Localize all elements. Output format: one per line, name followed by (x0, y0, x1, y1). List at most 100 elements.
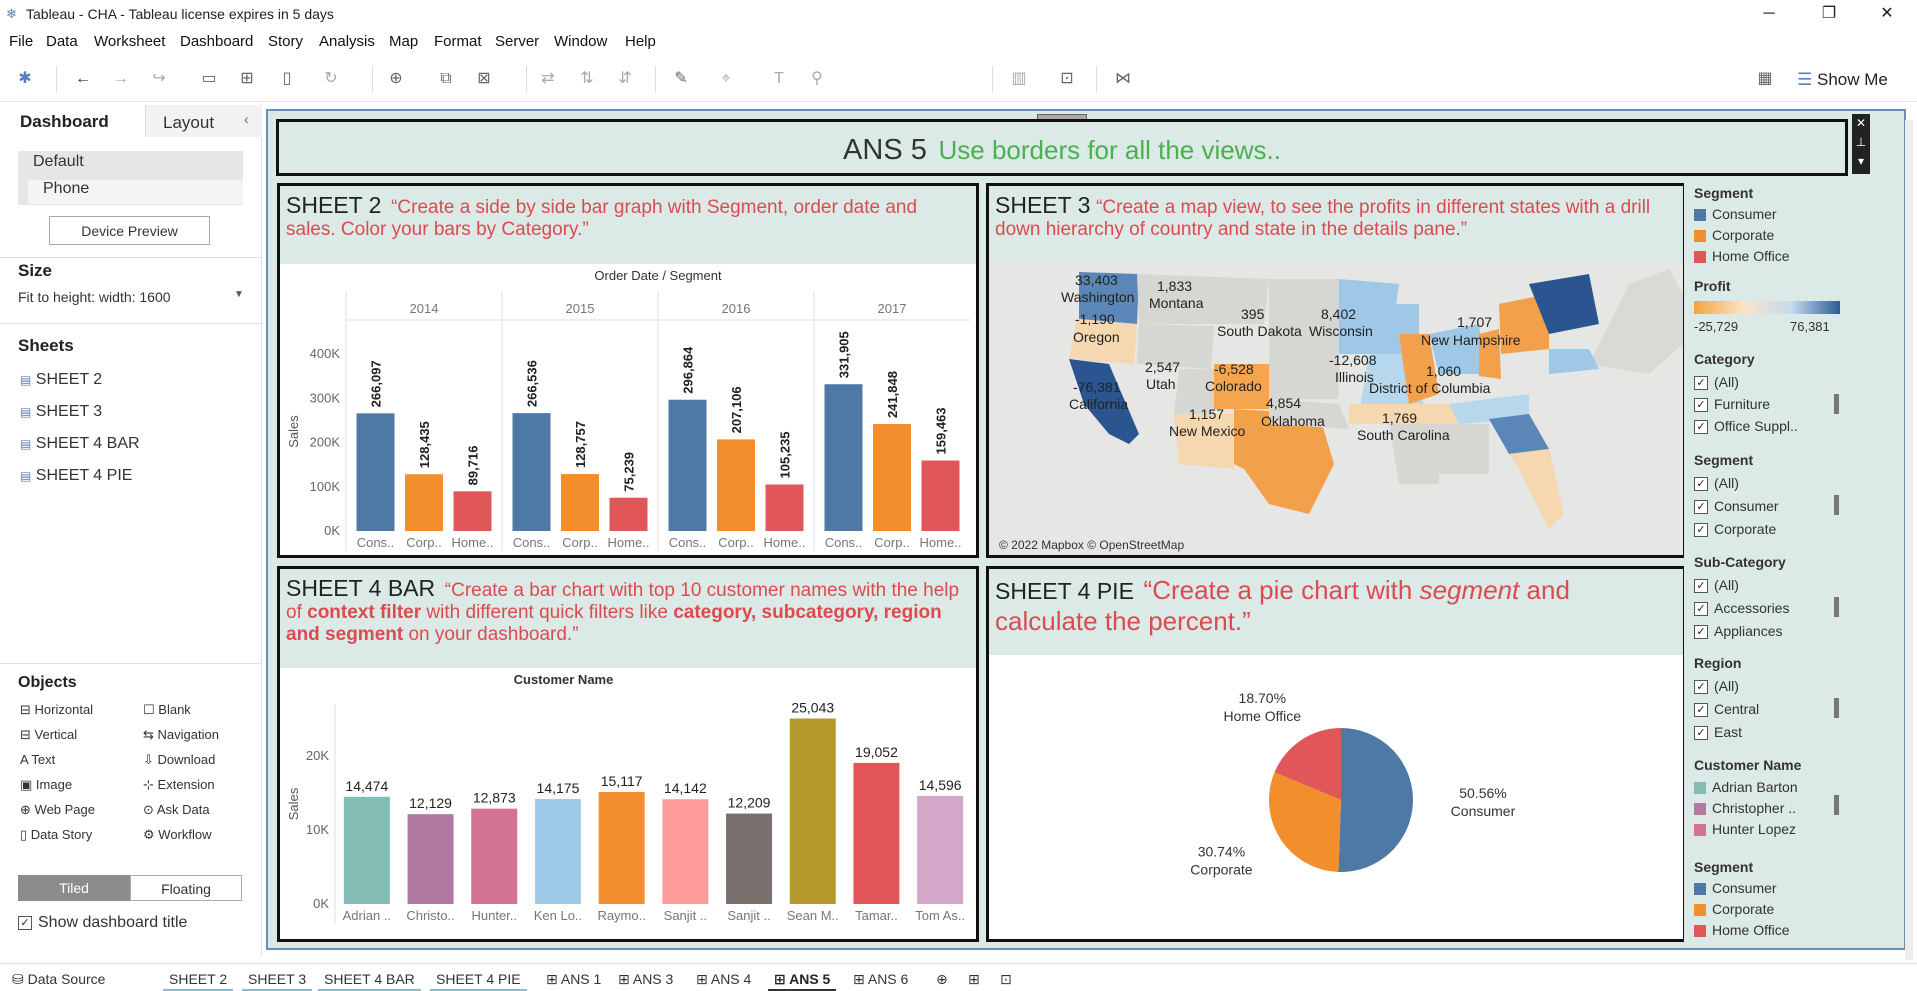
save-icon[interactable]: ▭ (198, 68, 220, 90)
object-download[interactable]: ⇩ Download (143, 752, 215, 768)
menu-analysis[interactable]: Analysis (319, 33, 375, 50)
legend-customer-2[interactable]: Christopher .. (1694, 800, 1796, 816)
floating-button[interactable]: Floating (130, 875, 242, 901)
legend-customer-3[interactable]: Hunter Lopez (1694, 821, 1796, 837)
sheet-item-sheet2[interactable]: ▤ SHEET 2 (20, 371, 102, 389)
legend-home-office[interactable]: Home Office (1694, 248, 1790, 264)
legend-home-office-2[interactable]: Home Office (1694, 922, 1790, 938)
us-profit-map[interactable]: © 2022 Mapbox © OpenStreetMap 33,403 Was… (989, 264, 1683, 555)
object-navigation[interactable]: ⇆ Navigation (143, 727, 219, 743)
tab-ans5[interactable]: ⊞ ANS 5 (768, 967, 837, 991)
sheet-item-sheet3[interactable]: ▤ SHEET 3 (20, 403, 102, 421)
device-default[interactable]: Default (33, 153, 84, 171)
refresh-icon[interactable]: ↻ (320, 68, 342, 90)
vertical-scrollbar[interactable] (1905, 120, 1913, 960)
scrollbar[interactable] (1834, 495, 1839, 515)
object-vertical[interactable]: ⊟ Vertical (20, 727, 77, 743)
tab-sheet4bar[interactable]: SHEET 4 BAR (318, 967, 421, 991)
sort-descending-icon[interactable]: ⇵ (614, 68, 636, 90)
redo-icon[interactable]: → (110, 68, 132, 90)
region-filter-central[interactable]: ✓ Central (1694, 701, 1759, 718)
menu-file[interactable]: File (9, 33, 33, 50)
object-web-page[interactable]: ⊕ Web Page (20, 802, 95, 818)
sheet3-panel[interactable]: SHEET 3 “Create a map view, to see the p… (986, 183, 1686, 558)
region-filter-east[interactable]: ✓ East (1694, 724, 1742, 741)
tab-dashboard[interactable]: Dashboard (0, 103, 145, 137)
category-filter-furniture[interactable]: ✓ Furniture (1694, 396, 1770, 413)
fix-axes-icon[interactable]: ⚲ (806, 68, 828, 90)
new-dashboard-tab-icon[interactable]: ⊞ (962, 967, 986, 991)
menu-story[interactable]: Story (268, 33, 303, 50)
object-image[interactable]: ▣ Image (20, 777, 72, 793)
object-extension[interactable]: ⊹ Extension (143, 777, 215, 793)
highlight-icon[interactable]: ✎ (670, 68, 692, 90)
sheet-item-sheet4bar[interactable]: ▤ SHEET 4 BAR (20, 435, 140, 453)
swap-icon[interactable]: ⇄ (537, 68, 559, 90)
tab-sheet3[interactable]: SHEET 3 (242, 967, 313, 991)
duplicate-sheet-icon[interactable]: ⧉ (435, 68, 457, 90)
sheet2-panel[interactable]: SHEET 2 “Create a side by side bar graph… (277, 183, 979, 558)
share-icon[interactable]: ⋈ (1112, 68, 1134, 90)
scrollbar[interactable] (1834, 597, 1839, 617)
tiled-button[interactable]: Tiled (18, 875, 130, 901)
menu-window[interactable]: Window (554, 33, 607, 50)
show-me-button[interactable]: ☰ Show Me (1797, 70, 1888, 90)
size-dropdown[interactable]: Fit to height: width: 1600 (18, 289, 171, 305)
chevron-down-icon[interactable]: ▼ (234, 289, 244, 300)
tab-sheet4pie[interactable]: SHEET 4 PIE (430, 967, 527, 991)
tab-sheet2[interactable]: SHEET 2 (163, 967, 234, 991)
tab-ans3[interactable]: ⊞ ANS 3 (612, 967, 679, 991)
sort-ascending-icon[interactable]: ⇅ (576, 68, 598, 90)
maximize-button[interactable]: ❐ (1806, 0, 1852, 28)
segment-filter-all[interactable]: ✓ (All) (1694, 475, 1739, 492)
category-filter-office[interactable]: ✓ Office Suppl.. (1694, 418, 1798, 435)
pin-icon[interactable]: ⊥ (1852, 133, 1870, 152)
close-window-button[interactable]: ✕ (1864, 0, 1910, 28)
legend-corporate[interactable]: Corporate (1694, 227, 1774, 243)
menu-map[interactable]: Map (389, 33, 418, 50)
object-text[interactable]: A Text (20, 752, 55, 767)
menu-format[interactable]: Format (434, 33, 482, 50)
scrollbar[interactable] (1834, 394, 1839, 414)
tableau-home-icon[interactable]: ✱ (14, 68, 36, 90)
sheet-item-sheet4pie[interactable]: ▤ SHEET 4 PIE (20, 467, 132, 485)
new-worksheet-tab-icon[interactable]: ⊕ (930, 967, 954, 991)
tab-ans4[interactable]: ⊞ ANS 4 (690, 967, 757, 991)
legend-corporate-2[interactable]: Corporate (1694, 901, 1774, 917)
pause-updates-icon[interactable]: ▯ (276, 68, 298, 90)
remove-icon[interactable]: ✕ (1852, 114, 1870, 133)
show-cards-icon[interactable]: ▥ (1008, 68, 1030, 90)
legend-customer-1[interactable]: Adrian Barton (1694, 779, 1798, 795)
legend-consumer[interactable]: Consumer (1694, 206, 1777, 222)
segment-filter-consumer[interactable]: ✓ Consumer (1694, 498, 1779, 515)
presentation-mode-icon[interactable]: ⊡ (1056, 68, 1078, 90)
segment-filter-corporate[interactable]: ✓ Corporate (1694, 521, 1776, 538)
menu-help[interactable]: Help (625, 33, 656, 50)
labels-icon[interactable]: T (768, 68, 790, 90)
object-data-story[interactable]: ▯ Data Story (20, 827, 92, 843)
data-source-tab[interactable]: ⛁ Data Source (6, 967, 111, 991)
group-icon[interactable]: ⌖ (715, 68, 737, 90)
scrollbar[interactable] (1834, 698, 1839, 718)
replay-icon[interactable]: ↪ (148, 68, 170, 90)
menu-data[interactable]: Data (46, 33, 78, 50)
undo-icon[interactable]: ← (72, 68, 94, 90)
menu-worksheet[interactable]: Worksheet (94, 33, 165, 50)
new-story-tab-icon[interactable]: ⊡ (994, 967, 1018, 991)
show-dashboard-title-checkbox[interactable]: ✓ Show dashboard title (18, 914, 187, 932)
object-blank[interactable]: ☐ Blank (143, 702, 191, 718)
object-horizontal[interactable]: ⊟ Horizontal (20, 702, 93, 718)
tab-ans1[interactable]: ⊞ ANS 1 (540, 967, 607, 991)
menu-dashboard[interactable]: Dashboard (180, 33, 253, 50)
tab-ans6[interactable]: ⊞ ANS 6 (847, 967, 914, 991)
subcategory-filter-accessories[interactable]: ✓ Accessories (1694, 600, 1789, 617)
new-data-source-icon[interactable]: ⊞ (236, 68, 258, 90)
minimize-button[interactable]: ─ (1746, 0, 1792, 28)
new-worksheet-icon[interactable]: ⊕ (385, 68, 407, 90)
device-phone[interactable]: Phone (43, 180, 89, 198)
region-filter-all[interactable]: ✓ (All) (1694, 678, 1739, 695)
clear-sheet-icon[interactable]: ⊠ (473, 68, 495, 90)
container-controls[interactable]: ✕ ⊥ ▾ (1852, 114, 1870, 174)
scrollbar[interactable] (1834, 795, 1839, 815)
legend-consumer-2[interactable]: Consumer (1694, 880, 1777, 896)
